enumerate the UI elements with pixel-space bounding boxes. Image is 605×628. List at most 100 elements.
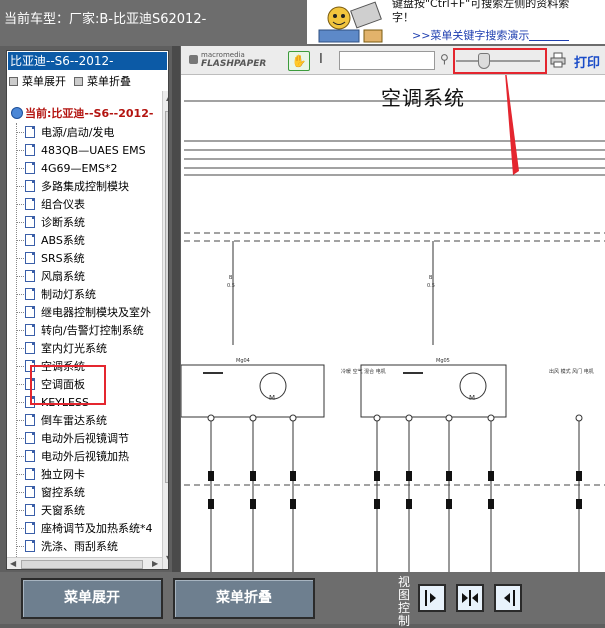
bottom-bar: 菜单展开 菜单折叠 视图控制 bbox=[0, 572, 605, 628]
document-icon bbox=[25, 306, 35, 318]
tree-item[interactable]: ABS系统 bbox=[7, 231, 168, 249]
keyword-search-demo-link[interactable]: >>菜单关键字搜索演示 bbox=[412, 27, 570, 43]
document-icon bbox=[25, 468, 35, 480]
tree-item[interactable]: 天窗系统 bbox=[7, 501, 168, 519]
document-icon bbox=[25, 540, 35, 552]
tree-item-label: 独立网卡 bbox=[41, 468, 85, 481]
tree-item-label: 空调面板 bbox=[41, 378, 85, 391]
tree-item[interactable]: 座椅调节及加热系统*4 bbox=[7, 519, 168, 537]
tree-item-label: 电源/启动/发电 bbox=[41, 126, 115, 139]
demo-link-label[interactable]: >>菜单关键字搜索演示 bbox=[412, 29, 529, 42]
scroll-left-icon[interactable]: ◀ bbox=[10, 559, 16, 568]
menu-collapse-button[interactable]: 菜单折叠 bbox=[173, 578, 315, 619]
hand-icon: ✋ bbox=[291, 54, 307, 68]
connector-label-right: Mg05 bbox=[436, 358, 450, 364]
globe-icon bbox=[11, 107, 23, 119]
motor-label-b: M bbox=[469, 394, 475, 402]
tree-item[interactable]: 制动灯系统 bbox=[7, 285, 168, 303]
top-bar: 当前车型：厂家:B-比亚迪S62012- 键盘按"Ctrl+F"可搜索左侧的资料… bbox=[0, 0, 605, 46]
motor-label-a: M bbox=[269, 394, 275, 402]
flashpaper-logo: macromedia FLASHPAPER bbox=[189, 52, 277, 70]
panel-divider[interactable] bbox=[172, 46, 180, 572]
menu-expand-button[interactable]: 菜单展开 bbox=[21, 578, 163, 619]
tree-item-label: 多路集成控制模块 bbox=[41, 180, 129, 193]
document-icon bbox=[25, 396, 35, 408]
tree-item[interactable]: 倒车雷达系统 bbox=[7, 411, 168, 429]
tree-item-label: 窗控系统 bbox=[41, 486, 85, 499]
tree-toolbar: 菜单展开 菜单折叠 bbox=[7, 71, 168, 91]
tree-item[interactable]: 窗控系统 bbox=[7, 483, 168, 501]
tree-item[interactable]: 诊断系统 bbox=[7, 213, 168, 231]
macromedia-icon bbox=[189, 55, 198, 64]
expand-icon bbox=[9, 76, 18, 86]
tree-collapse-label: 菜单折叠 bbox=[87, 75, 131, 88]
highlight-box-zoom bbox=[453, 48, 547, 74]
text-select-tool-icon[interactable]: I bbox=[319, 52, 323, 67]
tree-item[interactable]: SRS系统 bbox=[7, 249, 168, 267]
tree-item-label: SRS系统 bbox=[41, 252, 85, 265]
document-icon bbox=[25, 180, 35, 192]
tree-item[interactable]: 电源/启动/发电 bbox=[7, 123, 168, 141]
document-icon bbox=[25, 252, 35, 264]
pan-hand-tool-button[interactable]: ✋ bbox=[288, 51, 310, 71]
find-input[interactable] bbox=[339, 51, 435, 70]
document-icon bbox=[25, 522, 35, 534]
tree-item-label: 室内灯光系统 bbox=[41, 342, 107, 355]
tree-item[interactable]: 电动外后视镜加热 bbox=[7, 447, 168, 465]
tree-vertical-scrollbar[interactable]: ▲ ▼ bbox=[162, 91, 168, 569]
vertical-scroll-thumb[interactable] bbox=[165, 111, 168, 483]
tree-horizontal-scrollbar[interactable]: ◀ ▶ bbox=[7, 557, 162, 569]
document-icon bbox=[25, 198, 35, 210]
view-expand-left-button[interactable] bbox=[494, 584, 522, 612]
tree-item-label: 电动外后视镜加热 bbox=[41, 450, 129, 463]
tree-item[interactable]: 继电器控制模块及室外 bbox=[7, 303, 168, 321]
cartoon-tip-icon bbox=[309, 0, 385, 44]
document-icon bbox=[25, 414, 35, 426]
tree-collapse-button[interactable]: 菜单折叠 bbox=[74, 73, 131, 89]
tree-item[interactable]: 4G69—EMS*2 bbox=[7, 159, 168, 177]
tree-item[interactable]: 独立网卡 bbox=[7, 465, 168, 483]
view-center-split-button[interactable] bbox=[456, 584, 484, 612]
wire-color-a: B bbox=[229, 275, 233, 281]
document-icon bbox=[25, 360, 35, 372]
document-title: 空调系统 bbox=[381, 86, 465, 110]
tree-item[interactable]: KEYLESS bbox=[7, 393, 168, 411]
tree-item-label: 制动灯系统 bbox=[41, 288, 96, 301]
tree-item-label: 继电器控制模块及室外 bbox=[41, 306, 151, 319]
tree-item-label: KEYLESS bbox=[41, 395, 89, 409]
arrow-right-bar-icon bbox=[425, 590, 436, 606]
document-icon bbox=[25, 342, 35, 354]
view-expand-right-button[interactable] bbox=[418, 584, 446, 612]
tree-item[interactable]: 空调系统 bbox=[7, 357, 168, 375]
printer-icon[interactable] bbox=[550, 52, 566, 68]
tree-item[interactable]: 电动外后视镜调节 bbox=[7, 429, 168, 447]
tip-text-line1: 键盘按"Ctrl+F"可搜索左侧的资料索 bbox=[392, 0, 570, 10]
wire-gauge-b: 0.5 bbox=[427, 283, 435, 289]
tree-item[interactable]: 组合仪表 bbox=[7, 195, 168, 213]
tree-item[interactable]: 多路集成控制模块 bbox=[7, 177, 168, 195]
document-icon bbox=[25, 324, 35, 336]
tree-item-label: 倒车雷达系统 bbox=[41, 414, 107, 427]
print-button[interactable]: 打印 bbox=[574, 52, 600, 71]
tree-item[interactable]: 室内灯光系统 bbox=[7, 339, 168, 357]
tree-item[interactable]: 转向/告警灯控制系统 bbox=[7, 321, 168, 339]
horizontal-scroll-thumb[interactable] bbox=[21, 560, 143, 569]
tree-root[interactable]: 当前:比亚迪--S6--2012- bbox=[7, 105, 168, 121]
tree-item-label: 483QB—UAES EMS bbox=[41, 143, 146, 157]
split-arrows-icon bbox=[462, 590, 478, 606]
tree-item-label: 组合仪表 bbox=[41, 198, 85, 211]
document-icon bbox=[25, 432, 35, 444]
scroll-up-icon[interactable]: ▲ bbox=[166, 93, 168, 102]
tree-item-label: 风扇系统 bbox=[41, 270, 85, 283]
tree-item[interactable]: 483QB—UAES EMS bbox=[7, 141, 168, 159]
brand-large-text: FLASHPAPER bbox=[201, 59, 267, 69]
tree-item[interactable]: 空调面板 bbox=[7, 375, 168, 393]
document-icon bbox=[25, 450, 35, 462]
tree-expand-button[interactable]: 菜单展开 bbox=[9, 73, 66, 89]
scroll-right-icon[interactable]: ▶ bbox=[152, 559, 158, 568]
tree-item[interactable]: 风扇系统 bbox=[7, 267, 168, 285]
scroll-down-icon[interactable]: ▼ bbox=[166, 554, 168, 563]
tree-item[interactable]: 洗涤、雨刮系统 bbox=[7, 537, 168, 555]
tree-root-label: 当前:比亚迪--S6--2012- bbox=[25, 107, 154, 120]
tree-header: 比亚迪--S6--2012- bbox=[8, 52, 167, 70]
